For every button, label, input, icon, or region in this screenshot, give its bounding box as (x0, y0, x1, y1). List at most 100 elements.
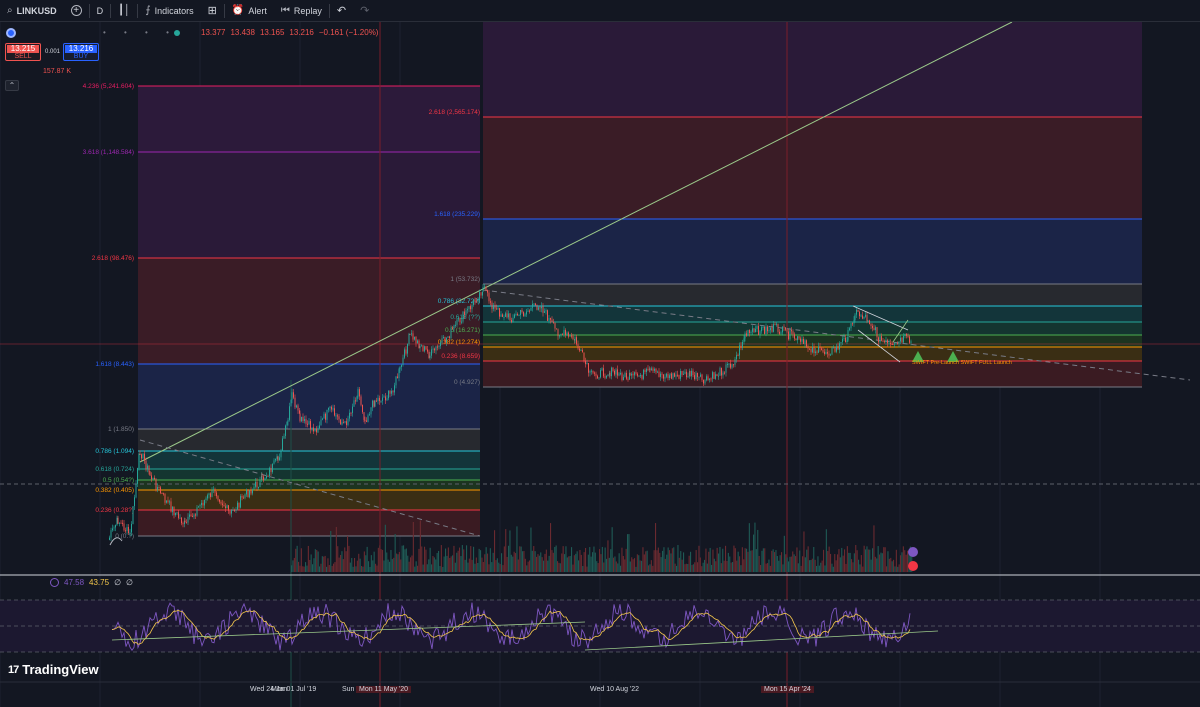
candle-body (286, 421, 288, 426)
candle-body (652, 368, 654, 371)
volume-bar (842, 555, 844, 572)
tradingview-logo[interactable]: 17 TradingView (8, 662, 99, 677)
redo-button[interactable]: ↷ (353, 0, 376, 22)
candle-body (798, 336, 800, 339)
price-chart-canvas[interactable]: 4.236 (5,241.604) 3.618 (1,148.584) 2.618 … (0, 22, 1200, 707)
volume-bar (562, 546, 564, 572)
volume-bar (587, 554, 589, 572)
candle-body (747, 329, 749, 336)
volume-bar (320, 563, 322, 572)
volume-bar (636, 554, 638, 572)
volume-bar (363, 551, 365, 572)
volume-bar (806, 549, 808, 572)
candle-body (234, 509, 235, 511)
candle-body (383, 396, 385, 398)
candle-body (660, 373, 661, 377)
candle-body (894, 343, 895, 345)
volume-bar (681, 559, 683, 572)
candle-body (435, 346, 437, 351)
volume-bar (344, 547, 346, 572)
candle-body (253, 486, 255, 490)
volume-bar (642, 547, 644, 572)
candle-body (827, 352, 828, 354)
candle-body (122, 522, 123, 524)
volume-bar (844, 549, 846, 572)
candle-body (241, 496, 243, 498)
alert-button[interactable]: ⏰ Alert (225, 0, 274, 22)
candle-body (256, 481, 258, 488)
volume-bar (482, 562, 484, 572)
candle-body (415, 336, 417, 344)
volume-bar (900, 555, 902, 572)
fib-zone-right (483, 117, 1142, 219)
compare-add-button[interactable]: + (64, 0, 89, 22)
candle-body (907, 335, 909, 337)
fib-level-label: 1.618 (235.229) (434, 211, 480, 218)
candle-body (583, 352, 585, 361)
candle-body (909, 336, 910, 343)
fib-level-label: 0.618 (0.724) (95, 466, 134, 473)
symbol-search-button[interactable]: ⌕ LINKUSD (0, 0, 64, 22)
candle-body (556, 328, 557, 330)
candle-body (657, 371, 658, 373)
volume-bar (818, 565, 820, 572)
candle-body (505, 313, 506, 317)
volume-bar (683, 552, 685, 572)
candle-body (853, 320, 855, 324)
volume-bar (573, 555, 575, 572)
fib-level-label: 0.618 (??) (450, 314, 480, 321)
volume-bar (674, 563, 676, 572)
candle-body (862, 315, 863, 319)
candle-body (879, 336, 881, 343)
candle-body (884, 341, 885, 343)
candle-body (756, 326, 758, 329)
candle-body (734, 359, 736, 365)
candle-body (627, 378, 629, 380)
volume-bar (662, 550, 664, 572)
volume-bar (481, 557, 483, 572)
volume-bar (744, 548, 746, 572)
candle-body (901, 337, 903, 343)
volume-bar (440, 545, 442, 572)
undo-button[interactable]: ↶ (330, 0, 353, 22)
layouts-button[interactable]: ⊞ (201, 0, 224, 22)
volume-bar (564, 554, 566, 572)
volume-bar (649, 564, 651, 572)
candle-body (649, 368, 651, 371)
candle-body (852, 323, 853, 325)
chart-pane[interactable]: 4.236 (5,241.604) 3.618 (1,148.584) 2.618 … (0, 22, 1200, 707)
candle-body (502, 314, 503, 317)
volume-bar (467, 562, 469, 572)
volume-bar (725, 545, 727, 572)
buy-button[interactable]: 13.216 BUY (63, 43, 99, 61)
rsi-ma-value: 43.75 (89, 578, 110, 587)
volume-bar (876, 558, 878, 572)
candle-body (139, 454, 141, 456)
volume-bar (380, 549, 382, 572)
candle-body (634, 372, 635, 376)
volume-bar (788, 561, 790, 572)
candle-body (359, 389, 360, 397)
replay-icon: ⏮ (280, 5, 290, 16)
candle-body (737, 355, 739, 357)
candle-body (831, 347, 833, 355)
candle-body (291, 392, 293, 400)
volume-bar (379, 545, 381, 572)
chart-type-button[interactable]: ┃│ (111, 0, 137, 22)
volume-bar (837, 554, 839, 572)
volume-bar (389, 561, 391, 572)
sell-button[interactable]: 13.215 SELL (5, 43, 41, 61)
candle-body (869, 320, 870, 325)
collapse-legend-button[interactable]: ⌃ (5, 80, 19, 91)
candle-body (719, 367, 721, 376)
candle-body (362, 404, 363, 413)
volume-bar (688, 555, 690, 572)
indicators-button[interactable]: ⨍ Indicators (138, 0, 200, 22)
candle-body (412, 333, 414, 340)
candle-body (198, 506, 199, 508)
replay-button[interactable]: ⏮ Replay (274, 0, 329, 22)
volume-bar (656, 550, 658, 572)
candle-body (563, 330, 565, 335)
interval-button[interactable]: D (90, 0, 111, 22)
volume-bar (491, 562, 493, 572)
